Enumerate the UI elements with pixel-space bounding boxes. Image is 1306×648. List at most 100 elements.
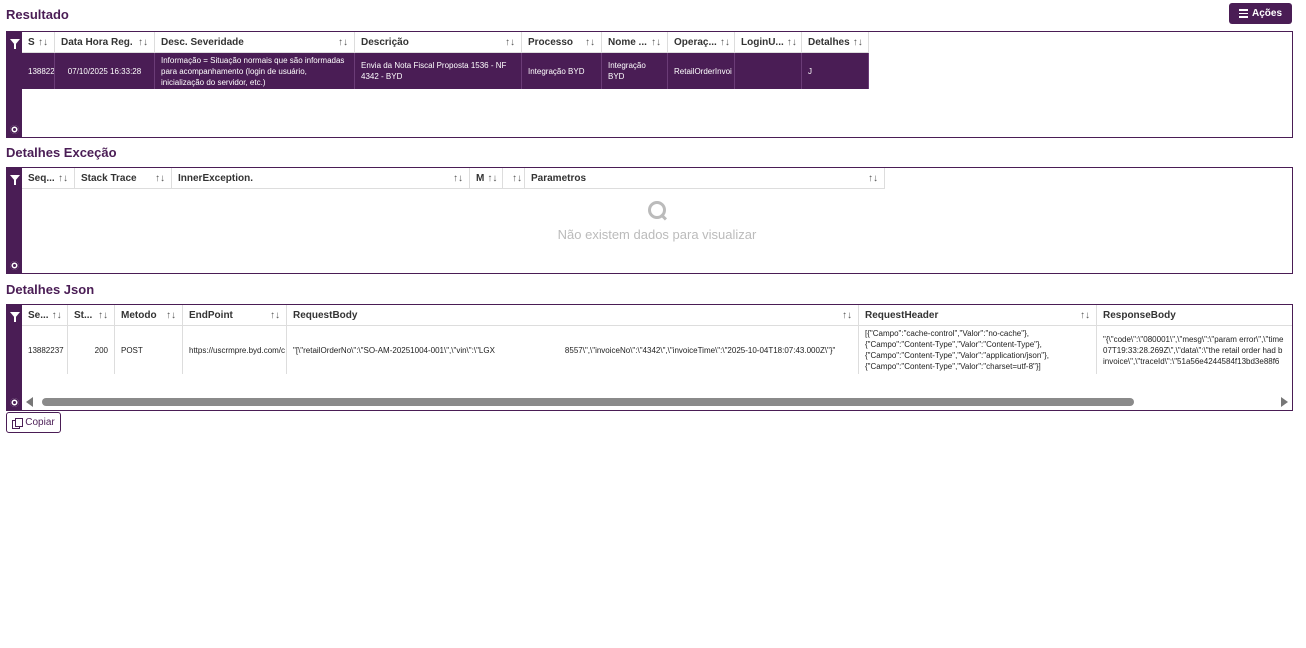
empty-state: Não existem dados para visualizar bbox=[22, 200, 1292, 242]
scroll-left-icon[interactable] bbox=[26, 397, 33, 407]
request-body-start: "[\"retailOrderNo\":\"SO-AM-20251004-001… bbox=[293, 345, 495, 355]
resultado-grid: S ↑↓ Data Hora Reg. ↑↓ Desc. Severidade ↑↓ … bbox=[6, 31, 1293, 138]
sort-icon[interactable]: ↑↓ bbox=[166, 310, 176, 321]
col-parametros[interactable]: Parametros ↑↓ bbox=[525, 168, 885, 189]
sort-icon[interactable]: ↑↓ bbox=[1080, 310, 1090, 321]
cell-severidade: Informação = Situação normais que são in… bbox=[155, 53, 355, 89]
excecao-grid: Seq... ↑↓ Stack Trace ↑↓ InnerException. ↑↓… bbox=[6, 167, 1293, 274]
grid-toolbar bbox=[7, 305, 22, 410]
col-operacao[interactable]: Operaç... ↑↓ bbox=[668, 32, 735, 53]
gear-icon[interactable] bbox=[10, 398, 19, 407]
json-grid: Se... ↑↓ St... ↑↓ Metodo ↑↓ EndPoint ↑↓ Requ… bbox=[6, 304, 1293, 411]
sort-icon[interactable]: ↑↓ bbox=[155, 173, 165, 184]
cell-detalhes: J bbox=[802, 53, 869, 89]
json-header: Se... ↑↓ St... ↑↓ Metodo ↑↓ EndPoint ↑↓ Requ… bbox=[22, 305, 1292, 326]
col-metodo[interactable]: Metodo ↑↓ bbox=[115, 305, 183, 326]
copy-button[interactable]: Copiar bbox=[6, 412, 61, 433]
excecao-title: Detalhes Exceção bbox=[6, 145, 117, 160]
header-line: {"Campo":"Content-Type","Valor":"applica… bbox=[865, 351, 1049, 360]
filter-icon[interactable] bbox=[10, 39, 20, 49]
resultado-header: S ↑↓ Data Hora Reg. ↑↓ Desc. Severidade ↑↓ … bbox=[22, 32, 869, 53]
cell-seq: 13882237 bbox=[22, 326, 68, 374]
sort-icon[interactable]: ↑↓ bbox=[787, 37, 797, 48]
resultado-title: Resultado bbox=[6, 7, 69, 22]
col-m[interactable]: M ↑↓ bbox=[470, 168, 503, 189]
filter-icon[interactable] bbox=[10, 312, 20, 322]
grid-toolbar bbox=[7, 168, 22, 273]
table-row[interactable]: 13882237 200 POST https://uscrmpre.byd.c… bbox=[22, 326, 1292, 374]
search-icon bbox=[647, 200, 667, 220]
cell-operacao: RetailOrderInvoi bbox=[668, 53, 735, 89]
sort-icon[interactable]: ↑↓ bbox=[505, 37, 515, 48]
col-inner-exception[interactable]: InnerException. ↑↓ bbox=[172, 168, 470, 189]
col-stack-trace[interactable]: Stack Trace ↑↓ bbox=[75, 168, 172, 189]
cell-s: 138822 bbox=[22, 53, 55, 89]
grid-toolbar bbox=[7, 32, 22, 137]
copy-icon bbox=[12, 417, 24, 429]
sort-icon[interactable]: ↑↓ bbox=[52, 310, 62, 321]
sort-icon[interactable]: ↑↓ bbox=[585, 37, 595, 48]
sort-icon[interactable]: ↑↓ bbox=[720, 37, 730, 48]
col-nome[interactable]: Nome ... ↑↓ bbox=[602, 32, 668, 53]
response-line: "{\"code\":\"080001\",\"mesg\":\"param e… bbox=[1103, 334, 1284, 344]
sort-icon[interactable]: ↑↓ bbox=[58, 173, 68, 184]
request-body-end: 8557\",\"invoiceNo\":\"4342\",\"invoiceT… bbox=[564, 345, 836, 355]
actions-button[interactable]: Ações bbox=[1229, 3, 1292, 24]
response-line: invoice\",\"traceId\":\"51a56e4244584f13… bbox=[1103, 356, 1280, 366]
scroll-right-icon[interactable] bbox=[1281, 397, 1288, 407]
sort-icon[interactable]: ↑↓ bbox=[138, 37, 148, 48]
filter-icon[interactable] bbox=[10, 175, 20, 185]
json-title: Detalhes Json bbox=[6, 282, 95, 297]
cell-metodo: POST bbox=[115, 326, 183, 374]
cell-data-hora: 07/10/2025 16:33:28 bbox=[55, 53, 155, 89]
scroll-thumb[interactable] bbox=[42, 398, 1134, 406]
col-detalhes[interactable]: Detalhes ↑↓ bbox=[802, 32, 869, 53]
sort-icon[interactable]: ↑↓ bbox=[338, 37, 348, 48]
sort-icon[interactable]: ↑↓ bbox=[487, 173, 497, 184]
sort-icon[interactable]: ↑↓ bbox=[853, 37, 863, 48]
actions-label: Ações bbox=[1251, 8, 1282, 19]
excecao-header: Seq... ↑↓ Stack Trace ↑↓ InnerException. ↑↓… bbox=[22, 168, 885, 189]
sort-icon[interactable]: ↑↓ bbox=[651, 37, 661, 48]
sort-icon[interactable]: ↑↓ bbox=[868, 173, 878, 184]
col-login[interactable]: LoginU... ↑↓ bbox=[735, 32, 802, 53]
col-request-body[interactable]: RequestBody ↑↓ bbox=[287, 305, 859, 326]
header-line: {"Campo":"Content-Type","Valor":"Content… bbox=[865, 340, 1042, 349]
sort-icon[interactable]: ↑↓ bbox=[842, 310, 852, 321]
copy-label: Copiar bbox=[25, 417, 55, 428]
redacted-text bbox=[495, 345, 565, 356]
col-endpoint[interactable]: EndPoint ↑↓ bbox=[183, 305, 287, 326]
sort-icon[interactable]: ↑↓ bbox=[98, 310, 108, 321]
col-processo[interactable]: Processo ↑↓ bbox=[522, 32, 602, 53]
col-s[interactable]: S ↑↓ bbox=[22, 32, 55, 53]
horizontal-scrollbar[interactable] bbox=[22, 396, 1292, 408]
col-blank[interactable]: ↑↓ bbox=[503, 168, 525, 189]
col-response-body[interactable]: ResponseBody bbox=[1097, 305, 1292, 326]
gear-icon[interactable] bbox=[10, 261, 19, 270]
gear-icon[interactable] bbox=[10, 125, 19, 134]
sort-icon[interactable]: ↑↓ bbox=[270, 310, 280, 321]
col-request-header[interactable]: RequestHeader ↑↓ bbox=[859, 305, 1097, 326]
sort-icon[interactable]: ↑↓ bbox=[38, 37, 48, 48]
response-line: 07T19:33:28.269Z\",\"data\":\"the retail… bbox=[1103, 345, 1283, 355]
cell-processo: Integração BYD bbox=[522, 53, 602, 89]
cell-endpoint: https://uscrmpre.byd.com/c bbox=[183, 326, 287, 374]
cell-request-header: [{"Campo":"cache-control","Valor":"no-ca… bbox=[859, 326, 1097, 374]
table-row[interactable]: 138822 07/10/2025 16:33:28 Informação = … bbox=[22, 53, 869, 89]
col-desc-severidade[interactable]: Desc. Severidade ↑↓ bbox=[155, 32, 355, 53]
sort-icon[interactable]: ↑↓ bbox=[512, 173, 522, 184]
cell-request-body: "[\"retailOrderNo\":\"SO-AM-20251004-001… bbox=[287, 326, 859, 374]
col-seq[interactable]: Se... ↑↓ bbox=[22, 305, 68, 326]
menu-icon bbox=[1238, 9, 1248, 18]
sort-icon[interactable]: ↑↓ bbox=[453, 173, 463, 184]
col-status[interactable]: St... ↑↓ bbox=[68, 305, 115, 326]
header-line: [{"Campo":"cache-control","Valor":"no-ca… bbox=[865, 329, 1029, 338]
cell-descricao: Envia da Nota Fiscal Proposta 1536 - NF … bbox=[355, 53, 522, 89]
col-seq[interactable]: Seq... ↑↓ bbox=[22, 168, 75, 189]
empty-message: Não existem dados para visualizar bbox=[557, 227, 757, 242]
col-data-hora[interactable]: Data Hora Reg. ↑↓ bbox=[55, 32, 155, 53]
cell-response-body: "{\"code\":\"080001\",\"mesg\":\"param e… bbox=[1097, 326, 1292, 374]
cell-nome: Integração BYD bbox=[602, 53, 668, 89]
cell-status: 200 bbox=[68, 326, 115, 374]
col-descricao[interactable]: Descrição ↑↓ bbox=[355, 32, 522, 53]
